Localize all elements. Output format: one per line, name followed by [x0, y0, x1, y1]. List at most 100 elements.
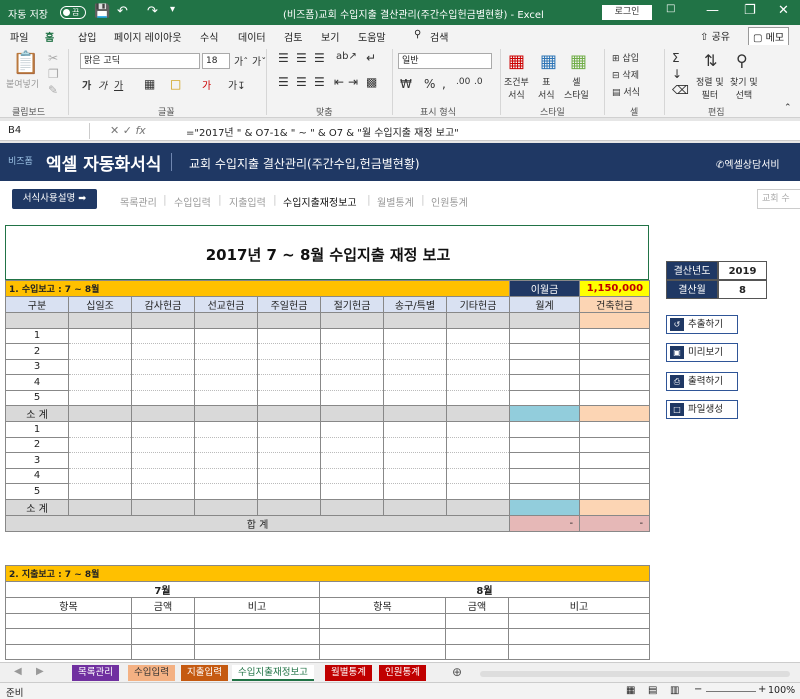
tab-review[interactable]: 검토 [284, 29, 302, 44]
add-sheet-icon[interactable]: ⊕ [452, 665, 462, 679]
zoom-in-icon[interactable]: + [758, 684, 766, 695]
font-color-icon[interactable]: 가 [202, 77, 211, 92]
create-file-button[interactable]: □ 파일생성 [666, 400, 738, 419]
horizontal-scrollbar[interactable] [480, 671, 790, 677]
page-layout-view-icon[interactable]: ▤ [648, 685, 657, 696]
close-icon[interactable]: ✕ [778, 3, 789, 18]
table-format-icon[interactable]: ▦ [540, 51, 557, 72]
worksheet[interactable]: 비즈폼 엑셀 자동화서식 교회 수입지출 결산관리(주간수입,헌금별현황) ✆엑… [0, 143, 800, 662]
currency-icon[interactable]: ₩ [400, 77, 412, 91]
zoom-slider[interactable] [706, 691, 756, 692]
guide-button[interactable]: 서식사용설명 ➡ [12, 189, 97, 209]
align-bottom-icon[interactable]: ☰ [314, 51, 325, 65]
tab-file[interactable]: 파일 [10, 29, 28, 44]
sheet-tab-income[interactable]: 수입입력 [128, 665, 175, 681]
sheet-tab-monthly[interactable]: 월별통계 [325, 665, 372, 681]
decrease-decimal-icon[interactable]: .0 [474, 77, 483, 87]
sort-filter-label[interactable]: 정렬 및 필터 [696, 75, 724, 101]
autosum-icon[interactable]: Σ [672, 51, 680, 65]
sheet-tab-list[interactable]: 목록관리 [72, 665, 119, 681]
sheet-search-input[interactable]: 교회 수 [757, 189, 800, 209]
normal-view-icon[interactable]: ▦ [626, 685, 635, 696]
redo-icon[interactable]: ↷ [147, 4, 158, 19]
nav-list-manage[interactable]: 목록관리 [120, 194, 157, 209]
italic-icon[interactable]: 가 [98, 77, 107, 92]
nav-income-input[interactable]: 수입입력 [174, 194, 211, 209]
carryover-value[interactable]: 1,150,000 [579, 280, 651, 297]
shrink-font-icon[interactable]: 가ˇ [252, 53, 266, 68]
align-center-icon[interactable]: ☰ [296, 75, 307, 89]
conditional-format-label[interactable]: 조건부 서식 [504, 75, 529, 101]
font-name-select[interactable]: 맑은 고딕 [80, 53, 200, 69]
zoom-level[interactable]: 100% [768, 685, 795, 696]
underline-icon[interactable]: 가 [114, 77, 123, 92]
cut-icon[interactable]: ✂ [48, 51, 58, 65]
nav-member-stats[interactable]: 인원통계 [431, 194, 468, 209]
cell-style-label[interactable]: 셀 스타일 [564, 75, 589, 101]
share-button[interactable]: ⇧ 공유 [700, 28, 730, 43]
ribbon-display-icon[interactable]: □ [666, 3, 675, 14]
undo-icon[interactable]: ↶ [117, 4, 128, 19]
sheet-tab-expense[interactable]: 지출입력 [181, 665, 228, 681]
page-break-view-icon[interactable]: ▥ [670, 685, 679, 696]
conditional-format-icon[interactable]: ▦ [508, 51, 525, 72]
orientation-icon[interactable]: ab↗ [336, 51, 357, 62]
font-size-select[interactable]: 18 [202, 53, 230, 69]
tab-view[interactable]: 보기 [321, 29, 339, 44]
fill-color-icon[interactable]: □ [170, 77, 181, 91]
customize-qat-icon[interactable]: ▾ [170, 4, 175, 15]
sort-filter-icon[interactable]: ⇅ [704, 51, 717, 70]
format-painter-icon[interactable]: ✎ [48, 83, 58, 97]
increase-decimal-icon[interactable]: .00 [456, 77, 470, 87]
merge-center-icon[interactable]: ▩ [366, 75, 377, 89]
number-format-select[interactable]: 일반 [398, 53, 492, 69]
nav-expense-input[interactable]: 지출입력 [229, 194, 266, 209]
tab-formulas[interactable]: 수식 [200, 29, 218, 44]
increase-indent-icon[interactable]: ⇥ [348, 75, 358, 89]
search-tab[interactable]: 검색 [430, 29, 448, 44]
extract-button[interactable]: ↺ 추출하기 [666, 315, 738, 334]
align-top-icon[interactable]: ☰ [278, 51, 289, 65]
align-right-icon[interactable]: ☰ [314, 75, 325, 89]
align-left-icon[interactable]: ☰ [278, 75, 289, 89]
format-cells-button[interactable]: ▤ 서식 [612, 85, 640, 98]
year-value[interactable]: 2019 [718, 261, 767, 280]
find-select-icon[interactable]: ⚲ [736, 51, 748, 70]
scroll-right-icon[interactable]: ▶ [36, 666, 44, 677]
name-box[interactable]: B4 [4, 123, 90, 139]
memo-button[interactable]: ▢ 메모 [748, 27, 790, 46]
decrease-indent-icon[interactable]: ⇤ [334, 75, 344, 89]
table-format-label[interactable]: 표 서식 [538, 75, 555, 101]
paste-icon[interactable]: 📋 [12, 51, 39, 76]
find-select-label[interactable]: 찾기 및 선택 [730, 75, 758, 101]
sheet-tab-members[interactable]: 인원통계 [379, 665, 426, 681]
save-icon[interactable]: 💾 [94, 4, 110, 19]
collapse-ribbon-icon[interactable]: ⌃ [784, 103, 792, 113]
percent-icon[interactable]: % [424, 77, 435, 91]
wrap-text-icon[interactable]: ↵ [366, 51, 376, 65]
minimize-icon[interactable]: — [706, 3, 719, 18]
tab-insert[interactable]: 삽입 [78, 29, 96, 44]
fill-icon[interactable]: ↓ [672, 67, 682, 81]
insert-cells-button[interactable]: ⊞ 삽입 [612, 51, 639, 64]
copy-icon[interactable]: ❐ [48, 67, 59, 81]
cell-style-icon[interactable]: ▦ [570, 51, 587, 72]
month-value[interactable]: 8 [718, 280, 767, 299]
phonetic-icon[interactable]: 가↧ [228, 77, 246, 92]
autosave-toggle[interactable]: 끔 [60, 6, 86, 19]
formula-input[interactable]: ="2017년 " & O7-1& " ~ " & O7 & "월 수입지출 재… [186, 124, 459, 139]
comma-icon[interactable]: , [442, 77, 446, 91]
preview-button[interactable]: ▣ 미리보기 [666, 343, 738, 362]
restore-icon[interactable]: ❐ [744, 3, 756, 18]
search-icon[interactable]: ⚲ [414, 29, 421, 40]
grow-font-icon[interactable]: 가ˆ [234, 53, 248, 68]
scroll-left-icon[interactable]: ◀ [14, 666, 22, 677]
border-icon[interactable]: ▦ [144, 77, 155, 91]
bold-icon[interactable]: 가 [82, 77, 91, 92]
tab-page-layout[interactable]: 페이지 레이아웃 [114, 29, 182, 44]
zoom-out-icon[interactable]: − [694, 684, 702, 695]
consult-link[interactable]: ✆엑셀상담서비 [716, 156, 780, 171]
clear-icon[interactable]: ⌫ [672, 83, 689, 97]
print-button[interactable]: ⎙ 출력하기 [666, 372, 738, 391]
tab-data[interactable]: 데이터 [238, 29, 266, 44]
